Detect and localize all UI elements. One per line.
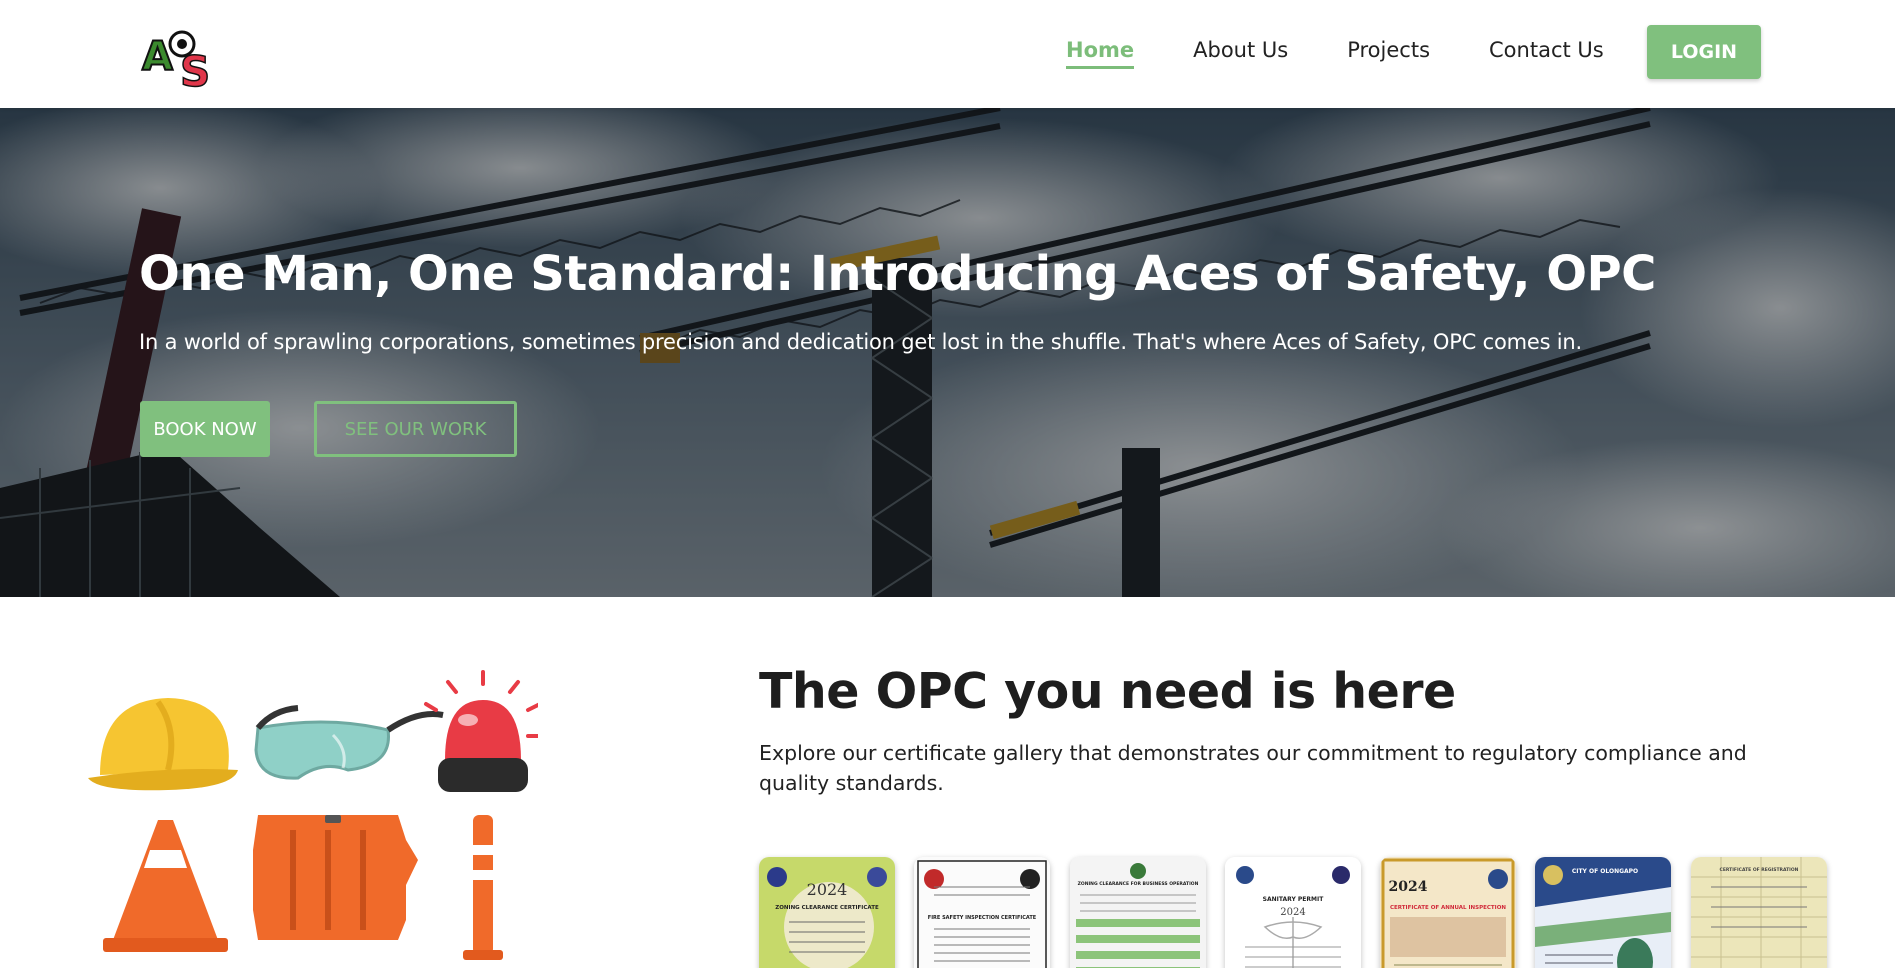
- siren-icon: [424, 670, 538, 792]
- nav-home[interactable]: Home: [1066, 38, 1135, 69]
- svg-text:ZONING CLEARANCE FOR BUSINESS: ZONING CLEARANCE FOR BUSINESS OPERATION: [1078, 881, 1199, 887]
- hero-title: One Man, One Standard: Introducing Aces …: [139, 246, 1656, 302]
- certificate-thumbnail[interactable]: SANITARY PERMIT 2024: [1225, 857, 1361, 968]
- nav-about-us[interactable]: About Us: [1193, 38, 1288, 69]
- svg-text:FIRE SAFETY INSPECTION CERTIFI: FIRE SAFETY INSPECTION CERTIFICATE: [928, 915, 1037, 921]
- safety-goggles-icon: [254, 705, 444, 780]
- hard-hat-icon: [88, 698, 238, 791]
- certificate-thumbnail[interactable]: 2024 ZONING CLEARANCE CERTIFICATE: [759, 857, 895, 968]
- svg-text:A: A: [142, 34, 173, 80]
- certificate-thumbnail[interactable]: CERTIFICATE OF REGISTRATION: [1691, 857, 1827, 968]
- road-barrier-icon: [253, 815, 418, 940]
- nav-projects[interactable]: Projects: [1347, 38, 1430, 69]
- login-button[interactable]: LOGIN: [1647, 25, 1761, 79]
- see-our-work-button[interactable]: SEE OUR WORK: [314, 401, 517, 457]
- hero-banner: One Man, One Standard: Introducing Aces …: [0, 108, 1895, 597]
- certificate-thumbnail[interactable]: ZONING CLEARANCE FOR BUSINESS OPERATION: [1070, 857, 1206, 968]
- navbar: A S Home About Us Projects Contact Us LO…: [0, 0, 1895, 108]
- section-description: Explore our certificate gallery that dem…: [759, 741, 1747, 795]
- safety-equipment-illustration: [88, 670, 538, 960]
- nav-links: Home About Us Projects Contact Us: [1066, 38, 1663, 69]
- svg-text:2024: 2024: [807, 880, 848, 899]
- aos-logo[interactable]: A S: [140, 24, 216, 90]
- book-now-button[interactable]: BOOK NOW: [140, 401, 270, 457]
- svg-text:CERTIFICATE OF ANNUAL INSPECTI: CERTIFICATE OF ANNUAL INSPECTION: [1390, 905, 1506, 911]
- certificate-thumbnail[interactable]: CITY OF OLONGAPO: [1535, 857, 1671, 968]
- svg-text:2024: 2024: [1389, 879, 1428, 895]
- certificate-thumbnail[interactable]: FIRE SAFETY INSPECTION CERTIFICATE: [914, 857, 1050, 968]
- svg-text:SANITARY PERMIT: SANITARY PERMIT: [1263, 896, 1325, 903]
- section-title: The OPC you need is here: [759, 663, 1456, 720]
- certificate-thumbnail[interactable]: 2024 CERTIFICATE OF ANNUAL INSPECTION: [1380, 857, 1516, 968]
- svg-text:CERTIFICATE OF REGISTRATION: CERTIFICATE OF REGISTRATION: [1720, 867, 1799, 873]
- svg-text:2024: 2024: [1280, 907, 1305, 918]
- nav-contact-us[interactable]: Contact Us: [1489, 38, 1604, 69]
- svg-text:ZONING CLEARANCE CERTIFICATE: ZONING CLEARANCE CERTIFICATE: [775, 905, 879, 911]
- traffic-cone-icon: [103, 820, 228, 952]
- certificate-gallery: 2024 ZONING CLEARANCE CERTIFICATE FIRE S…: [759, 857, 1829, 968]
- svg-text:CITY OF OLONGAPO: CITY OF OLONGAPO: [1572, 868, 1638, 875]
- delineator-post-icon: [463, 815, 503, 960]
- hero-subtitle: In a world of sprawling corporations, so…: [139, 330, 1583, 354]
- svg-text:S: S: [180, 47, 210, 90]
